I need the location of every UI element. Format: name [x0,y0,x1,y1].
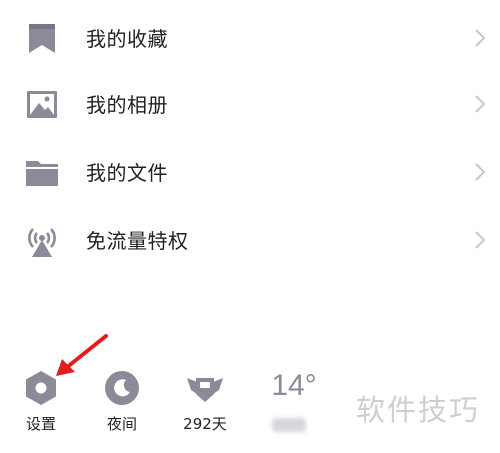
folder-icon [26,161,58,186]
watermark-text: 软件技巧 [356,393,481,427]
menu-item-favorites[interactable]: 我的收藏 [0,14,500,66]
menu-item-label: 我的收藏 [86,27,168,51]
chevron-right-icon [475,231,486,249]
temperature-value: 14° [271,369,317,402]
settings-icon [26,371,56,405]
winged-badge-icon [187,378,223,402]
days-badge-button[interactable]: 292天 [170,360,240,440]
weather-button[interactable]: 14° [259,360,329,440]
moon-icon [105,371,139,405]
chevron-right-icon [475,29,486,47]
chevron-right-icon [475,163,486,181]
menu-item-label: 免流量特权 [86,229,189,253]
image-icon [27,91,57,118]
settings-label: 设置 [25,415,56,433]
settings-button[interactable]: 设置 [6,360,76,440]
night-mode-button[interactable]: 夜间 [87,360,157,440]
menu-item-files[interactable]: 我的文件 [0,148,500,200]
days-label: 292天 [183,415,227,433]
bookmark-icon [29,24,55,53]
menu-item-free-data[interactable]: 免流量特权 [0,216,500,268]
night-mode-label: 夜间 [106,415,137,433]
menu-item-label: 我的相册 [86,93,168,117]
menu-item-album[interactable]: 我的相册 [0,80,500,132]
menu-item-label: 我的文件 [86,161,168,185]
chevron-right-icon [475,95,486,113]
signal-tower-icon [28,228,56,257]
weather-condition-blurred [272,418,306,432]
